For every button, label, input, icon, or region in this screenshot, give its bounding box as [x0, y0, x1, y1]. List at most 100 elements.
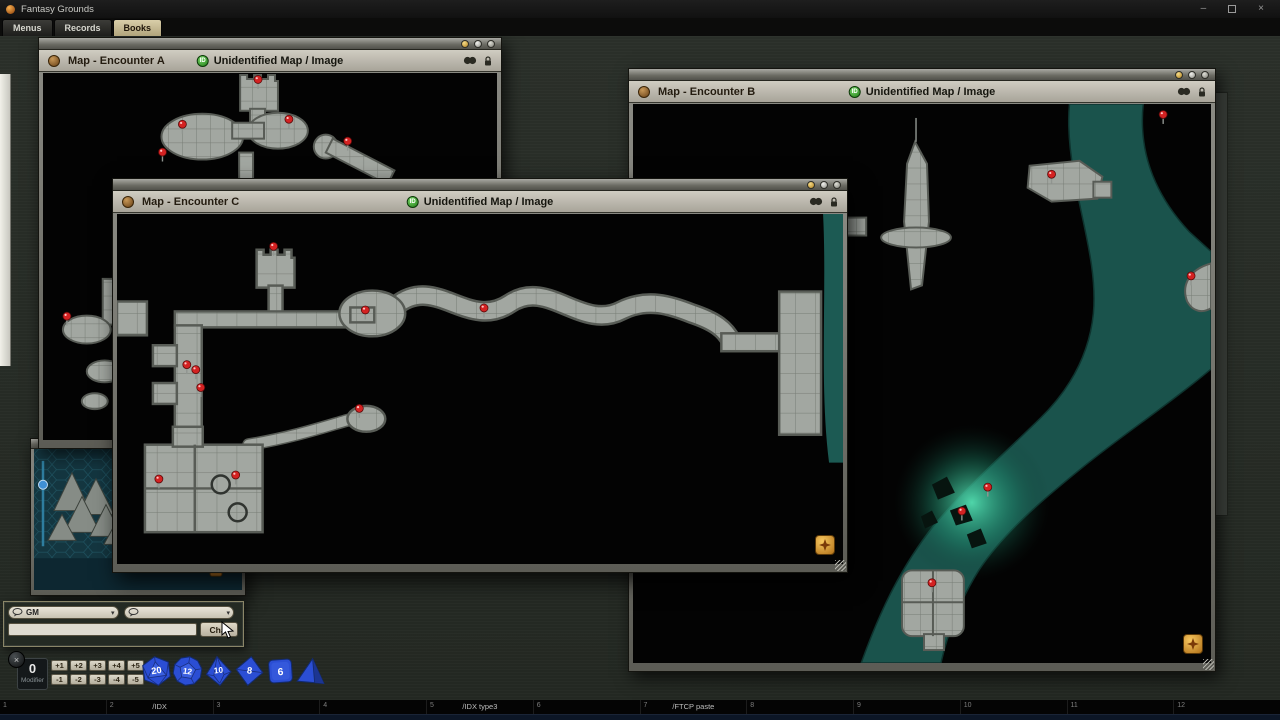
window-title: Map - Encounter B	[658, 86, 755, 98]
os-titlebar[interactable]: Fantasy Grounds – ×	[0, 0, 1280, 18]
app-title: Fantasy Grounds	[21, 4, 94, 15]
map-window-c[interactable]: Map - Encounter C ID Unidentified Map / …	[112, 178, 848, 573]
hotkey-number: 9	[857, 702, 861, 709]
speech-bubble-icon	[12, 608, 23, 617]
window-drag-bar[interactable]	[39, 38, 501, 50]
window-control-icon[interactable]	[461, 40, 469, 48]
modifier-minus-button[interactable]: -2	[70, 674, 87, 685]
modifier-plus-button[interactable]: +4	[108, 660, 125, 671]
window-control-icon[interactable]	[807, 181, 815, 189]
modifier-plus-button[interactable]: +1	[51, 660, 68, 671]
zoom-slider-handle[interactable]	[39, 480, 48, 489]
die-label: 6	[277, 667, 284, 678]
window-control-icon[interactable]	[474, 40, 482, 48]
hotkey-slot-9[interactable]: 9	[853, 700, 960, 714]
hotkey-slot-2[interactable]: 2/IDX	[106, 700, 213, 714]
resize-grip[interactable]	[1203, 659, 1214, 670]
window-edge-sliver[interactable]	[0, 74, 11, 366]
id-icon[interactable]: ID	[197, 55, 209, 67]
hotkey-number: 10	[964, 702, 972, 709]
tab-menus[interactable]: Menus	[2, 19, 53, 36]
modifier-minus-button[interactable]: -3	[89, 674, 106, 685]
window-drag-bar[interactable]	[113, 179, 847, 191]
hotkey-slot-6[interactable]: 6	[533, 700, 640, 714]
modifier-minus-button[interactable]: -1	[51, 674, 68, 685]
map-id-badge: ID Unidentified Map / Image	[407, 196, 554, 208]
id-icon[interactable]: ID	[849, 86, 861, 98]
map-c-image	[117, 214, 843, 564]
window-titlebar[interactable]: Map - Encounter B ID Unidentified Map / …	[629, 81, 1215, 103]
resize-grip[interactable]	[835, 560, 846, 571]
die-label: 10	[213, 666, 223, 676]
minimize-button[interactable]: –	[1201, 4, 1207, 14]
speech-bubble-icon	[128, 608, 139, 617]
fantasy-grounds-app: Fantasy Grounds – × Menus Records Books	[0, 0, 1280, 720]
tab-records[interactable]: Records	[54, 19, 112, 36]
window-titlebar[interactable]: Map - Encounter A ID Unidentified Map / …	[39, 50, 501, 72]
speaker-dropdown[interactable]: GM ▾	[8, 606, 119, 619]
hotkey-slot-12[interactable]: 12	[1173, 700, 1280, 714]
die-label: 20	[151, 665, 163, 676]
modifier-minus-button[interactable]: -4	[108, 674, 125, 685]
window-edge-sliver[interactable]	[1214, 92, 1228, 516]
d4-die[interactable]	[295, 654, 329, 689]
map-menu-button[interactable]	[815, 535, 835, 555]
hotkey-slot-10[interactable]: 10	[960, 700, 1067, 714]
chat-panel: GM ▾ ▾ Chat	[3, 601, 244, 647]
modifier-reset-icon[interactable]: ×	[8, 651, 25, 668]
window-close-icon[interactable]	[833, 181, 841, 189]
lock-icon[interactable]	[484, 56, 492, 66]
mouse-cursor	[221, 621, 235, 644]
chat-input[interactable]	[8, 623, 197, 636]
hotkey-label: /IDX	[107, 702, 213, 711]
compass-star-icon	[819, 539, 831, 551]
map-canvas-c[interactable]	[117, 214, 843, 564]
d8-die[interactable]: 8	[232, 653, 267, 689]
player-view-icon[interactable]	[463, 56, 477, 65]
hotkey-slot-1[interactable]: 1	[0, 700, 106, 714]
maximize-button[interactable]	[1228, 5, 1236, 13]
hotkey-slot-5[interactable]: 5/IDX type3	[426, 700, 533, 714]
window-drag-bar[interactable]	[629, 69, 1215, 81]
voice-dropdown[interactable]: ▾	[124, 606, 235, 619]
window-close-icon[interactable]	[487, 40, 495, 48]
hotkey-number: 8	[750, 702, 754, 709]
lock-icon[interactable]	[1198, 87, 1206, 97]
glow-cavern	[894, 425, 1049, 580]
lock-icon[interactable]	[830, 197, 838, 207]
map-id-badge: ID Unidentified Map / Image	[849, 86, 996, 98]
tab-books[interactable]: Books	[113, 19, 163, 36]
id-icon[interactable]: ID	[407, 196, 419, 208]
window-control-icon[interactable]	[820, 181, 828, 189]
d10-die[interactable]: 10	[201, 653, 235, 688]
hotkey-slot-7[interactable]: 7/FTCP paste	[640, 700, 747, 714]
hotkey-slot-11[interactable]: 11	[1067, 700, 1174, 714]
speaker-value: GM	[26, 608, 109, 617]
map-id-text: Unidentified Map / Image	[214, 55, 344, 67]
modifier-plus-button[interactable]: +2	[70, 660, 87, 671]
hotkey-label: /IDX type3	[427, 702, 533, 711]
window-control-icon[interactable]	[1175, 71, 1183, 79]
player-view-icon[interactable]	[1177, 87, 1191, 96]
pillar	[229, 503, 247, 521]
hotkey-slot-3[interactable]: 3	[213, 700, 320, 714]
pillar	[212, 476, 230, 494]
close-button[interactable]: ×	[1258, 4, 1264, 14]
app-icon	[6, 5, 15, 14]
dice-bar: × 0 Modifier +1 +2 +3 +4 +5 -1 -2 -3 -4 …	[0, 648, 360, 696]
map-menu-button[interactable]	[1183, 634, 1203, 654]
d6-die[interactable]: 6	[264, 654, 297, 688]
d12-die[interactable]: 12	[170, 653, 206, 689]
window-title: Map - Encounter C	[142, 196, 239, 208]
hotkey-slot-8[interactable]: 8	[746, 700, 853, 714]
window-orb-icon	[122, 196, 134, 208]
window-control-icon[interactable]	[1188, 71, 1196, 79]
hotkey-slot-4[interactable]: 4	[319, 700, 426, 714]
modifier-plus-button[interactable]: +3	[89, 660, 106, 671]
chevron-down-icon: ▾	[224, 609, 230, 617]
player-view-icon[interactable]	[809, 197, 823, 206]
window-close-icon[interactable]	[1201, 71, 1209, 79]
hotkey-number: 4	[323, 702, 327, 709]
window-titlebar[interactable]: Map - Encounter C ID Unidentified Map / …	[113, 191, 847, 213]
hotkey-bar: 1 2/IDX 3 4 5/IDX type3 6 7/FTCP paste 8…	[0, 700, 1280, 720]
